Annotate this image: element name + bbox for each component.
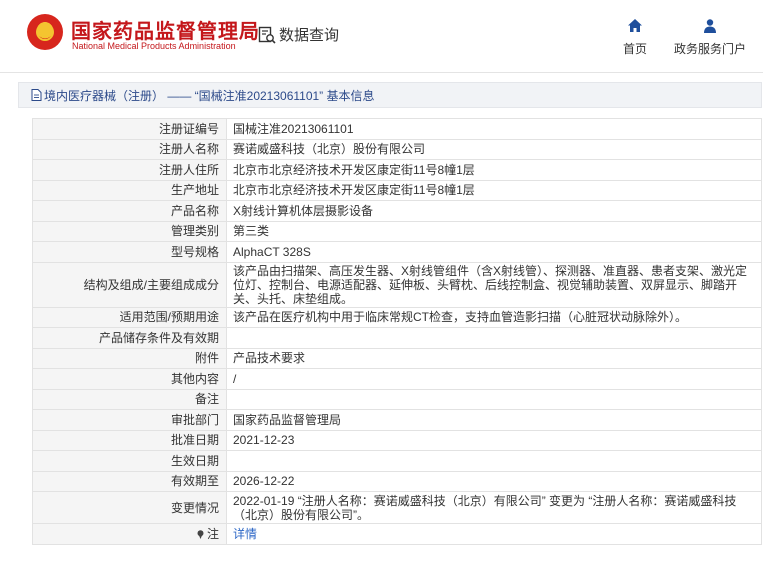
- field-label: 其他内容: [32, 368, 227, 390]
- field-label: 型号规格: [32, 241, 227, 263]
- note-label: 注: [206, 526, 219, 541]
- field-label: 备注: [32, 388, 227, 410]
- field-value: 2026-12-22: [226, 470, 762, 492]
- table-row: 变更情况 2022-01-19 “注册人名称：赛诺威盛科技（北京）有限公司” 变…: [32, 491, 762, 524]
- field-value: 产品技术要求: [226, 347, 762, 369]
- field-value: 北京市北京经济技术开发区康定街11号8幢1层: [226, 159, 762, 181]
- table-row: 其他内容 /: [32, 368, 762, 390]
- field-value: 北京市北京经济技术开发区康定街11号8幢1层: [226, 179, 762, 201]
- table-row: 结构及组成/主要组成成分 该产品由扫描架、高压发生器、X射线管组件（含X射线管）…: [32, 261, 762, 308]
- field-value: [226, 450, 762, 472]
- table-row: 型号规格 AlphaCT 328S: [32, 241, 762, 263]
- brand-title-en: National Medical Products Administration: [72, 41, 236, 51]
- table-row: 有效期至 2026-12-22: [32, 470, 762, 492]
- table-row: 注册证编号 国械注准20213061101: [32, 118, 762, 140]
- registration-detail-table: 注册证编号 国械注准20213061101 注册人名称 赛诺威盛科技（北京）股份…: [32, 118, 762, 545]
- table-row: 生产地址 北京市北京经济技术开发区康定街11号8幢1层: [32, 179, 762, 201]
- field-label: 适用范围/预期用途: [32, 306, 227, 328]
- field-value: [226, 388, 762, 410]
- pin-icon: [197, 530, 204, 540]
- home-label: 首页: [622, 42, 647, 56]
- table-row: 注 详情: [32, 523, 762, 545]
- field-label: 有效期至: [32, 470, 227, 492]
- field-value: /: [226, 368, 762, 390]
- document-icon: [31, 89, 42, 101]
- field-label: 生产地址: [32, 179, 227, 201]
- field-label: 产品名称: [32, 200, 227, 222]
- field-value: 国家药品监督管理局: [226, 409, 762, 431]
- field-value: 2022-01-19 “注册人名称：赛诺威盛科技（北京）有限公司” 变更为 “注…: [226, 491, 762, 524]
- table-row: 附件 产品技术要求: [32, 347, 762, 369]
- table-row: 注册人名称 赛诺威盛科技（北京）股份有限公司: [32, 138, 762, 160]
- table-row: 注册人住所 北京市北京经济技术开发区康定街11号8幢1层: [32, 159, 762, 181]
- field-value: [226, 327, 762, 349]
- service-portal-nav[interactable]: 政务服务门户: [670, 18, 750, 57]
- field-label: 管理类别: [32, 220, 227, 242]
- national-emblem-logo[interactable]: [27, 14, 63, 50]
- data-query-nav[interactable]: 数据查询: [258, 24, 339, 45]
- field-value: 2021-12-23: [226, 429, 762, 451]
- table-row: 产品名称 X射线计算机体层摄影设备: [32, 200, 762, 222]
- breadcrumb-text: 境内医疗器械（注册） —— “国械注准20213061101” 基本信息: [44, 88, 375, 103]
- field-value: 该产品由扫描架、高压发生器、X射线管组件（含X射线管）、探测器、准直器、患者支架…: [226, 261, 762, 308]
- user-icon: [704, 19, 716, 33]
- field-label: 注册证编号: [32, 118, 227, 140]
- brand-title-cn[interactable]: 国家药品监督管理局: [71, 15, 260, 44]
- table-row: 批准日期 2021-12-23: [32, 429, 762, 451]
- home-nav[interactable]: 首页: [617, 18, 653, 57]
- field-label: 生效日期: [32, 450, 227, 472]
- field-label: 注册人名称: [32, 138, 227, 160]
- field-label: 变更情况: [32, 491, 227, 524]
- table-row: 管理类别 第三类: [32, 220, 762, 242]
- breadcrumb: 境内医疗器械（注册） —— “国械注准20213061101” 基本信息: [18, 82, 762, 108]
- field-value: 国械注准20213061101: [226, 118, 762, 140]
- service-portal-label: 政务服务门户: [673, 42, 746, 56]
- field-label: 产品储存条件及有效期: [32, 327, 227, 349]
- table-row: 适用范围/预期用途 该产品在医疗机构中用于临床常规CT检查，支持血管造影扫描（心…: [32, 306, 762, 328]
- details-link[interactable]: 详情: [233, 527, 257, 541]
- field-value: X射线计算机体层摄影设备: [226, 200, 762, 222]
- table-row: 生效日期: [32, 450, 762, 472]
- table-row: 审批部门 国家药品监督管理局: [32, 409, 762, 431]
- table-row: 备注: [32, 388, 762, 410]
- field-label: 附件: [32, 347, 227, 369]
- data-search-icon: [258, 26, 276, 44]
- field-value: AlphaCT 328S: [226, 241, 762, 263]
- data-query-label: 数据查询: [279, 27, 340, 44]
- field-label: 审批部门: [32, 409, 227, 431]
- field-label: 批准日期: [32, 429, 227, 451]
- site-header: 国家药品监督管理局 National Medical Products Admi…: [0, 0, 763, 73]
- field-value: 该产品在医疗机构中用于临床常规CT检查，支持血管造影扫描（心脏冠状动脉除外）。: [226, 306, 762, 328]
- note-label-cell: 注: [32, 523, 227, 545]
- field-value: 第三类: [226, 220, 762, 242]
- field-label: 注册人住所: [32, 159, 227, 181]
- field-label: 结构及组成/主要组成成分: [32, 261, 227, 308]
- table-row: 产品储存条件及有效期: [32, 327, 762, 349]
- field-value: 详情: [226, 523, 762, 545]
- home-icon: [628, 19, 642, 32]
- field-value: 赛诺威盛科技（北京）股份有限公司: [226, 138, 762, 160]
